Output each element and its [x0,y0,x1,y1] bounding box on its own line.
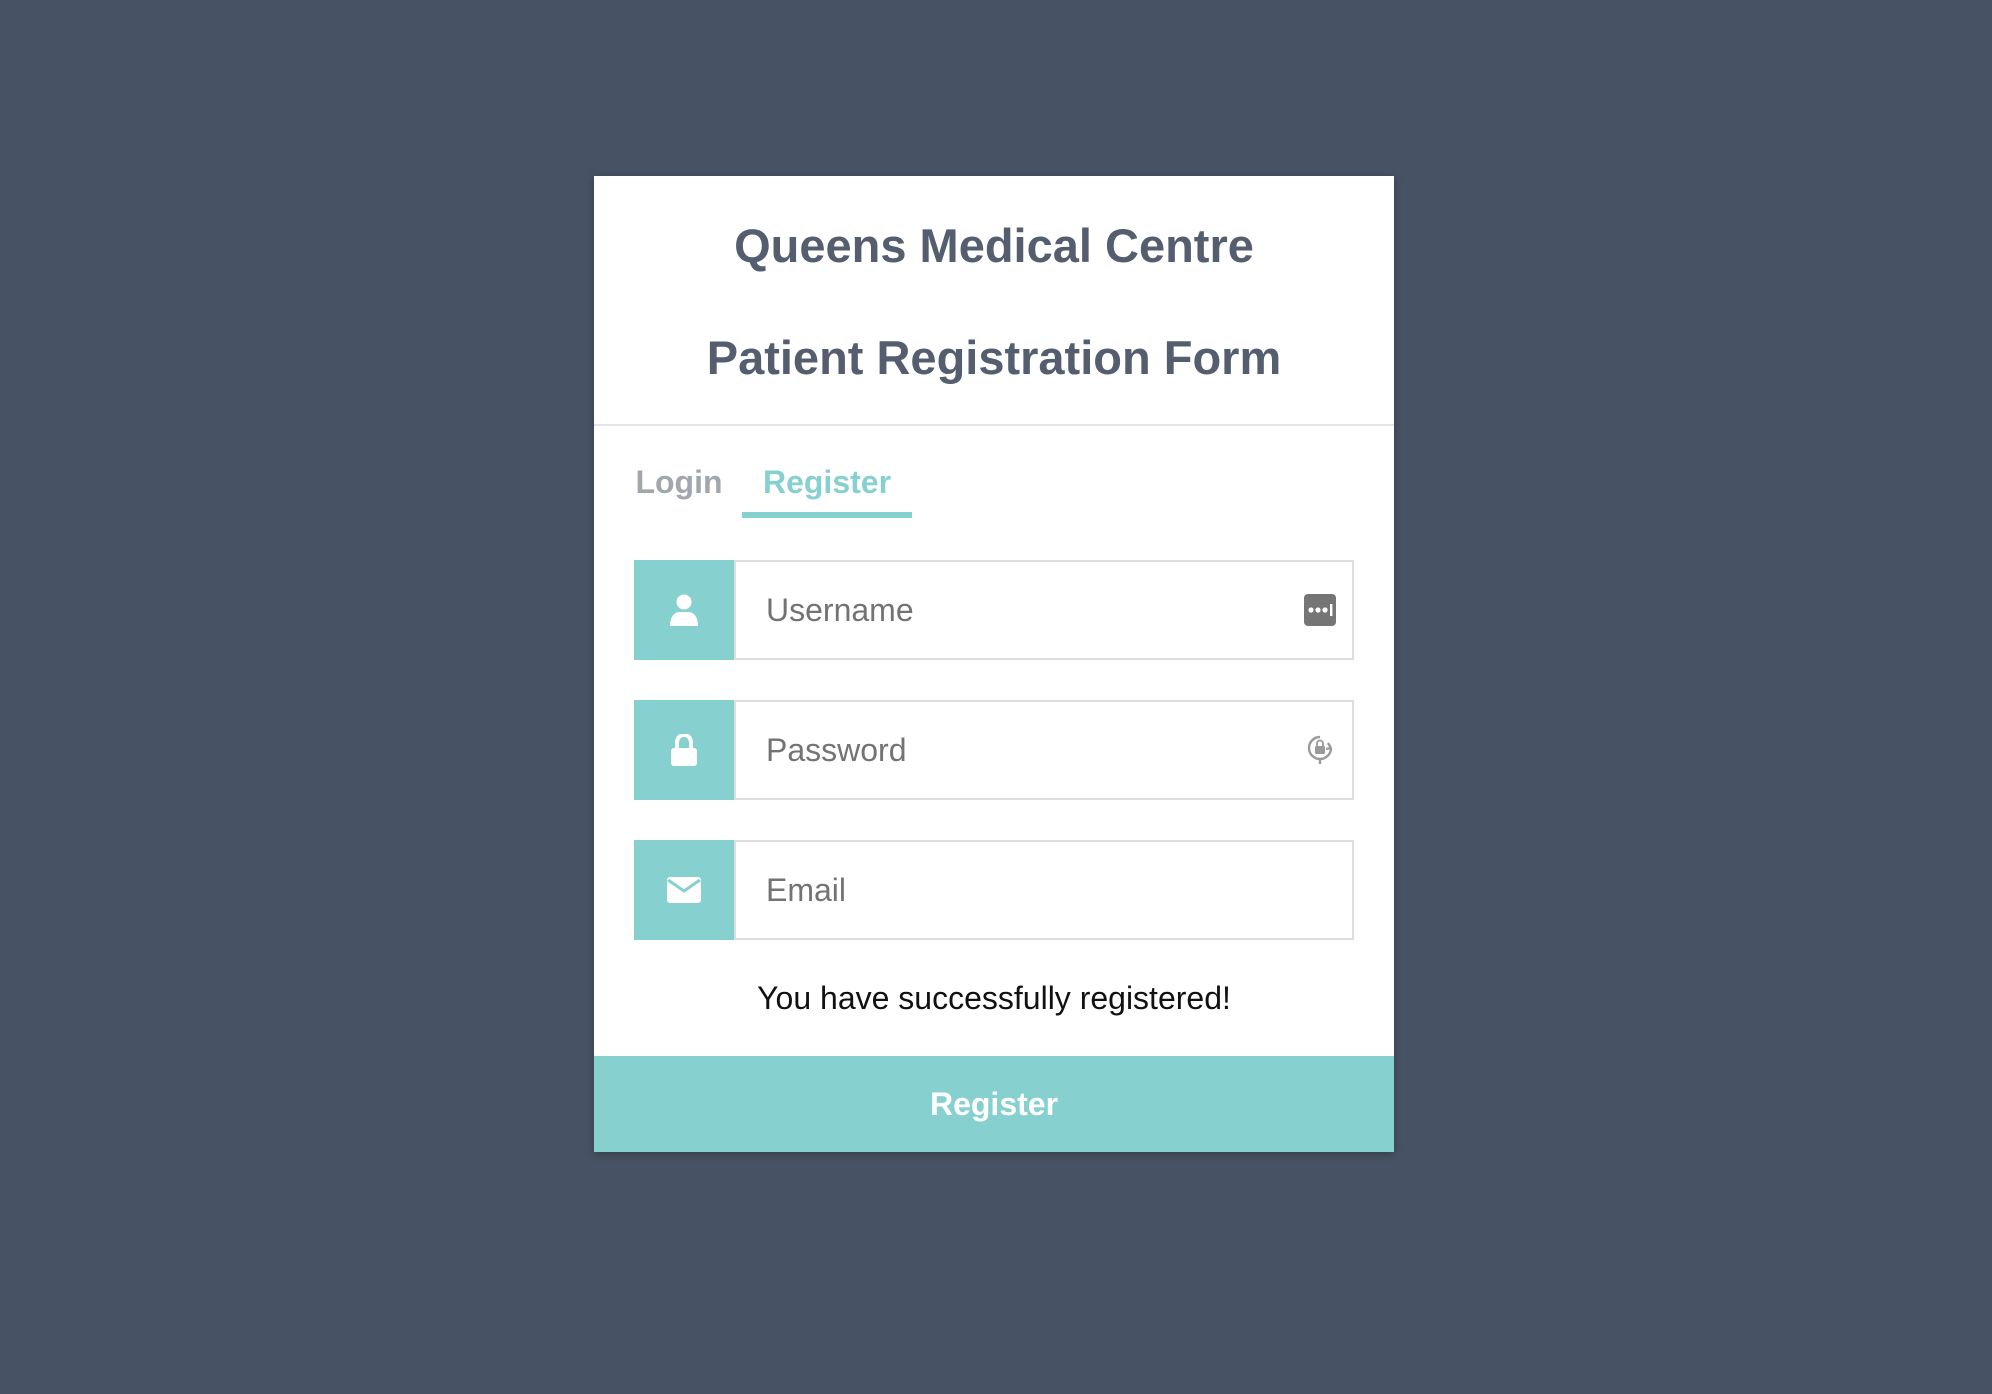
password-field-group [634,700,1354,800]
registration-card: Queens Medical Centre Patient Registrati… [594,176,1394,1152]
user-icon [634,560,734,660]
hospital-name: Queens Medical Centre [734,219,1254,272]
username-field-group [634,560,1354,660]
password-manager-icon[interactable] [1300,590,1340,630]
tab-login[interactable]: Login [634,454,724,518]
active-tab-indicator [742,512,912,518]
register-button[interactable]: Register [594,1056,1394,1152]
card-header: Queens Medical Centre Patient Registrati… [594,176,1394,426]
success-message: You have successfully registered! [757,980,1231,1016]
envelope-icon [634,840,734,940]
email-field-group [634,840,1354,940]
lock-icon [634,700,734,800]
username-input[interactable] [734,560,1354,660]
tab-register-label: Register [762,464,892,500]
password-input[interactable] [734,700,1354,800]
tab-register[interactable]: Register [742,454,912,518]
password-key-icon[interactable] [1300,730,1340,770]
email-input[interactable] [734,840,1354,940]
form-title: Patient Registration Form [706,331,1282,384]
